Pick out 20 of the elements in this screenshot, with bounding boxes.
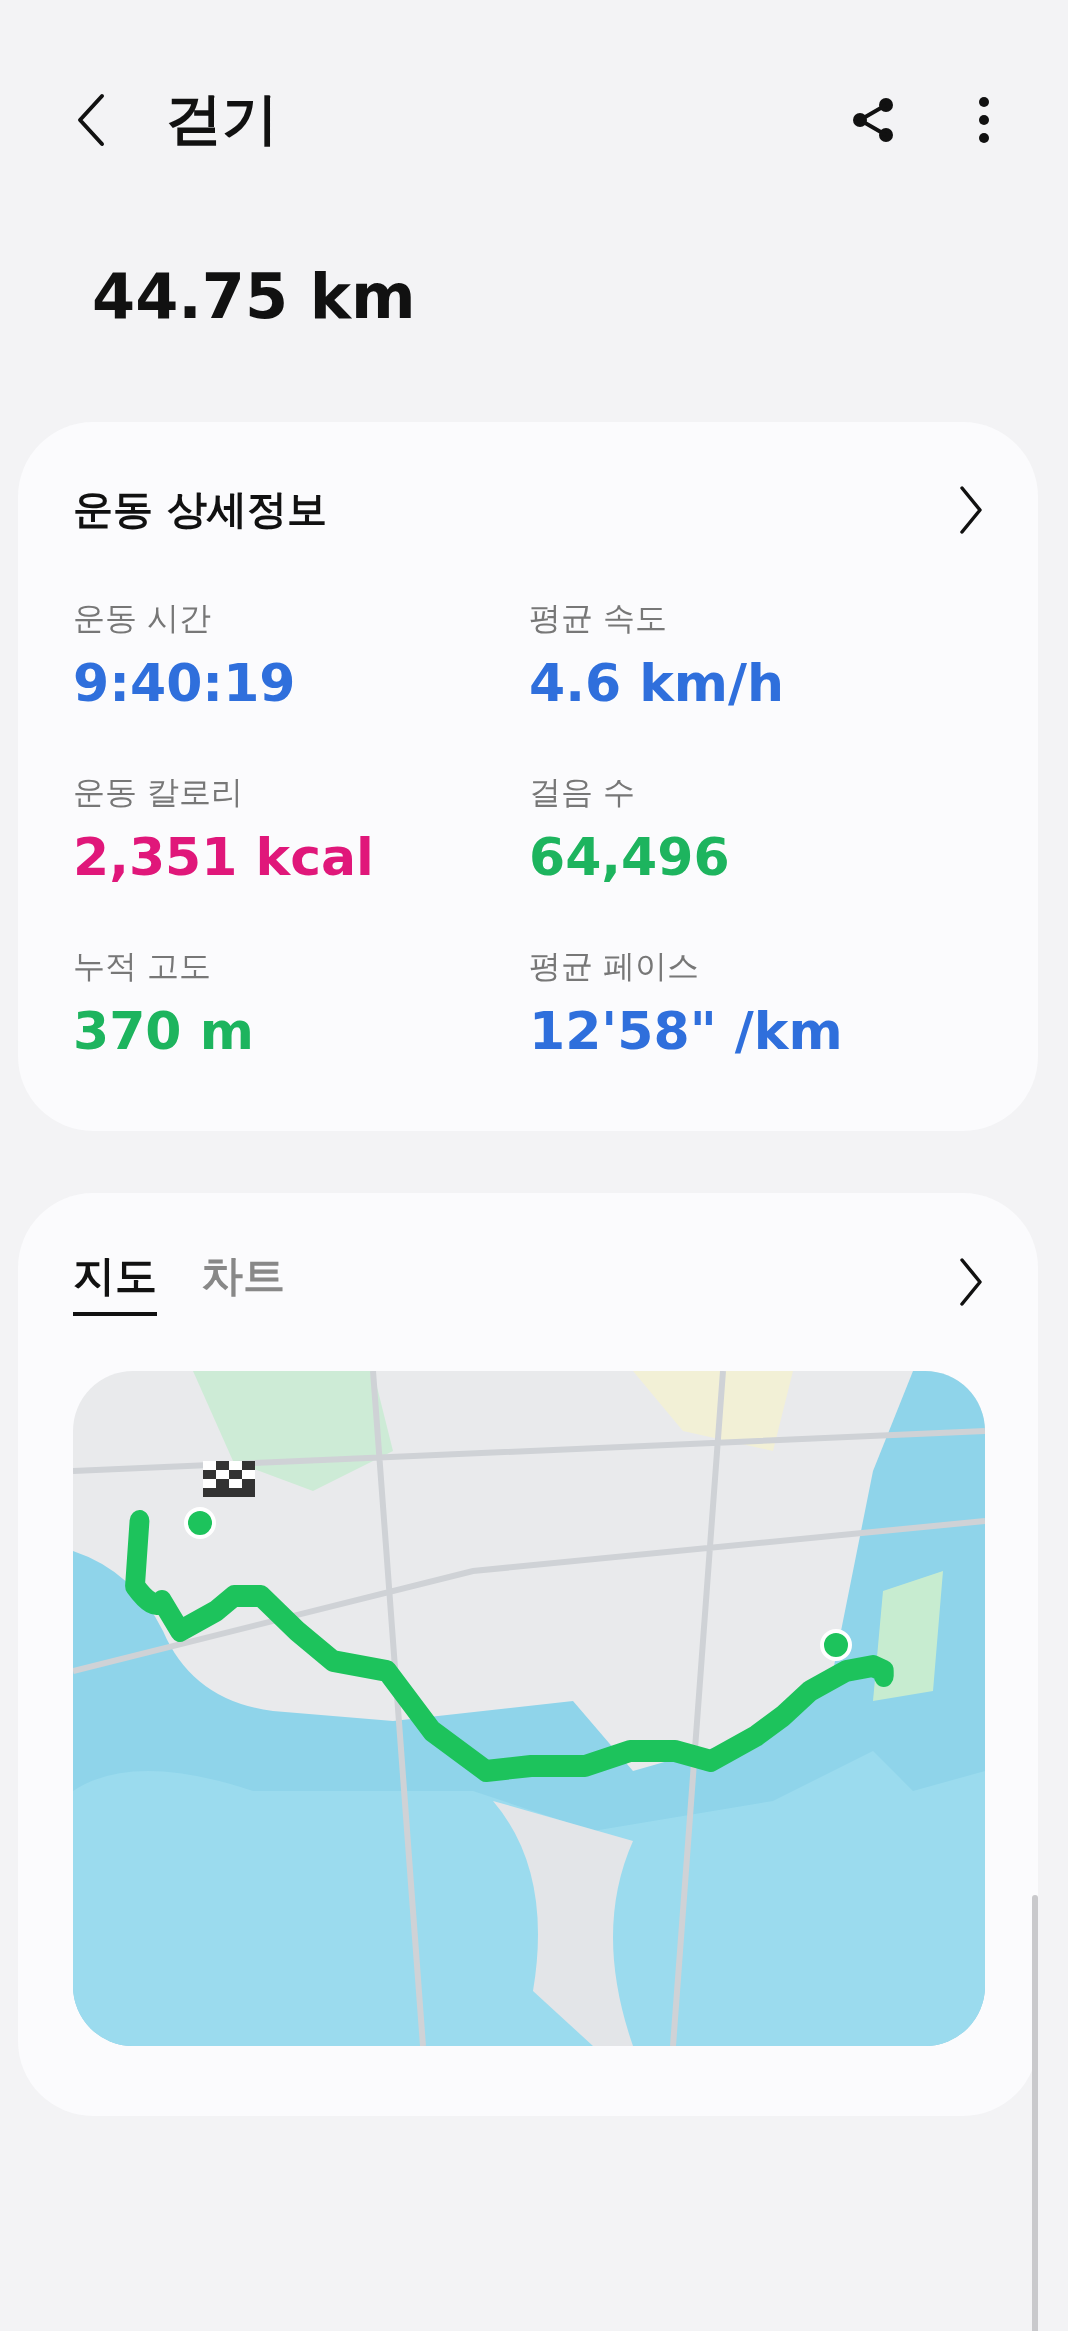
back-icon[interactable] bbox=[76, 93, 106, 147]
stat-label: 평균 속도 bbox=[529, 598, 669, 639]
stat-value: 2,351 kcal bbox=[73, 827, 375, 887]
stat-label: 누적 고도 bbox=[73, 946, 213, 987]
card-title: 운동 상세정보 bbox=[73, 485, 327, 534]
stat-label: 걸음 수 bbox=[529, 772, 637, 813]
distance-value: 44.75 km bbox=[91, 259, 417, 335]
stat-label: 평균 페이스 bbox=[529, 946, 701, 987]
screen-title: 걷기 bbox=[166, 85, 278, 153]
stat-value: 4.6 km/h bbox=[529, 653, 785, 713]
more-icon[interactable] bbox=[978, 95, 990, 145]
stat-label: 운동 칼로리 bbox=[73, 772, 245, 813]
stat-value: 370 m bbox=[73, 1001, 255, 1061]
stat-label: 운동 시간 bbox=[73, 598, 213, 639]
stat-value: 9:40:19 bbox=[73, 653, 297, 713]
stat-value: 64,496 bbox=[529, 827, 731, 887]
tab[interactable]: 지도 bbox=[73, 1248, 157, 1316]
chevron-right-icon[interactable] bbox=[959, 484, 983, 535]
chevron-right-icon[interactable] bbox=[959, 1257, 983, 1307]
stat-value: 12'58" /km bbox=[529, 1001, 844, 1061]
